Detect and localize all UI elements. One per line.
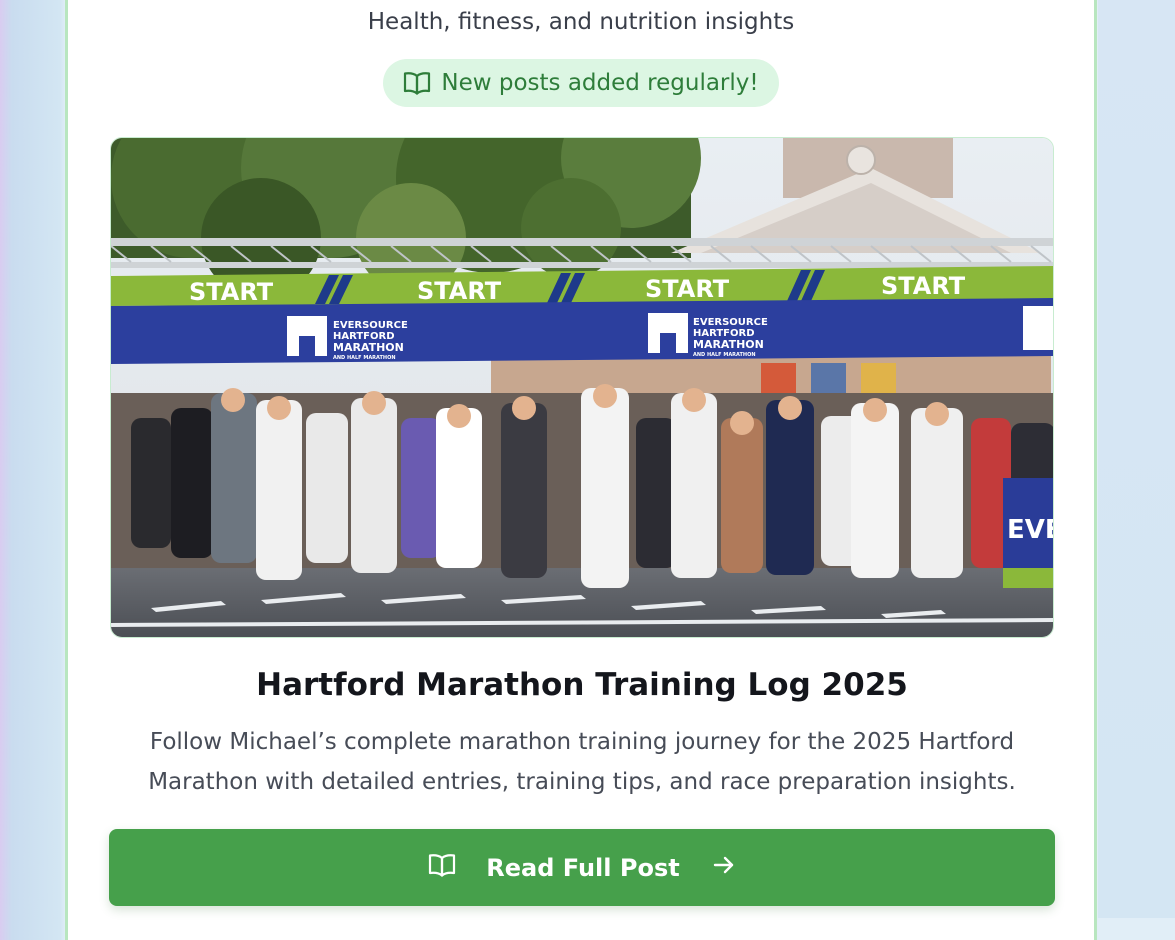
arrow-right-icon <box>712 853 736 883</box>
new-posts-badge: New posts added regularly! <box>383 59 779 107</box>
banner-side-text: EVE <box>1007 515 1054 545</box>
book-open-icon <box>428 852 456 884</box>
book-open-icon <box>403 70 431 96</box>
badge-text: New posts added regularly! <box>441 70 759 96</box>
page-background-right <box>1098 0 1175 918</box>
svg-text:AND HALF MARATHON: AND HALF MARATHON <box>693 352 756 358</box>
svg-text:EVERSOURCE: EVERSOURCE <box>693 317 768 328</box>
post-title[interactable]: Hartford Marathon Training Log 2025 <box>110 667 1054 703</box>
read-full-post-label: Read Full Post <box>486 853 680 882</box>
svg-text:AND HALF MARATHON: AND HALF MARATHON <box>333 355 396 361</box>
banner-start-label: START <box>881 272 966 300</box>
brand-logo: EVERSOURCE HARTFORD MARATHON AND HALF MA… <box>287 316 408 361</box>
post-hero-image[interactable]: START START START START EVERSOURCE HARTF… <box>110 137 1054 638</box>
read-full-post-button[interactable]: Read Full Post <box>109 829 1055 906</box>
svg-text:MARATHON: MARATHON <box>333 341 404 354</box>
brand-logo: EVERSOURCE HARTFORD MARATHON AND HALF MA… <box>648 313 768 358</box>
banner-start-label: START <box>645 275 730 303</box>
svg-text:EVERSOURCE: EVERSOURCE <box>333 320 408 331</box>
page-subtitle: Health, fitness, and nutrition insights <box>367 9 795 35</box>
banner-start-label: START <box>189 278 274 306</box>
svg-text:MARATHON: MARATHON <box>693 338 764 351</box>
post-description: Follow Michael’s complete marathon train… <box>148 729 1016 795</box>
banner-start-label: START <box>417 277 502 305</box>
